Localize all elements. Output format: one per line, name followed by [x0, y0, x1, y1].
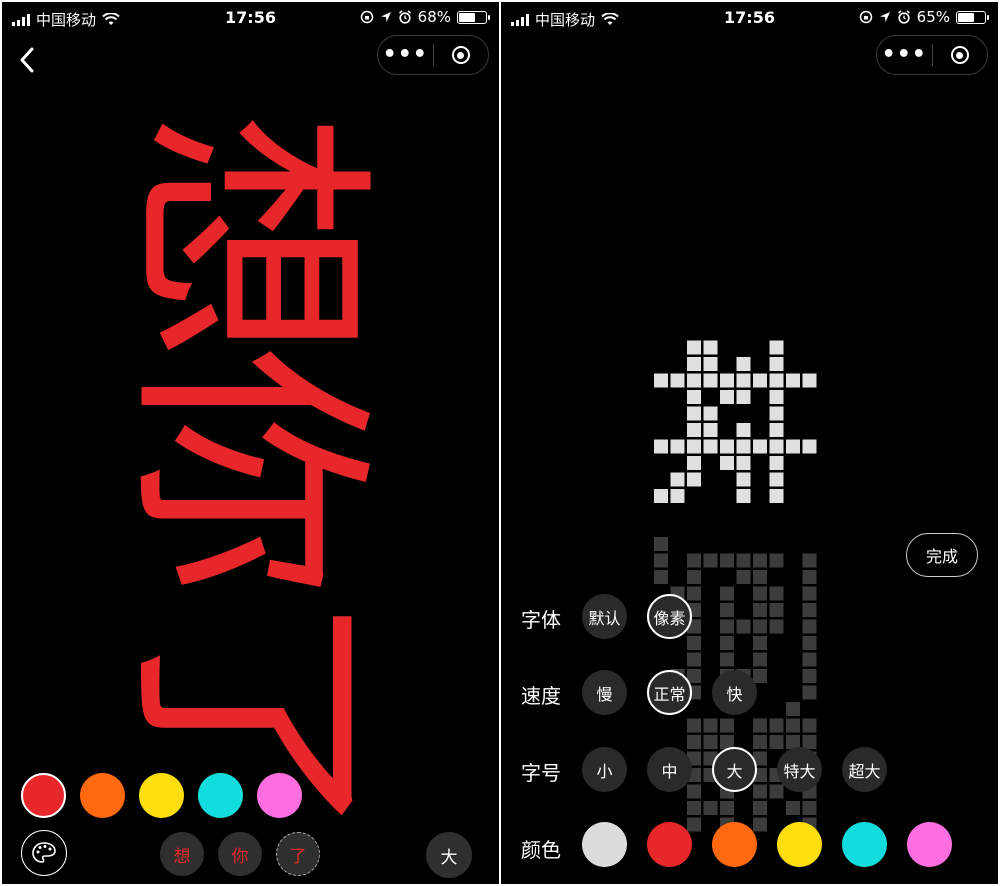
speed-option-slow[interactable]: 慢: [582, 670, 627, 715]
color-option[interactable]: [712, 822, 757, 867]
speed-setting: 速度 慢 正常 快: [501, 668, 998, 718]
alarm-icon: [398, 10, 411, 24]
font-option-default[interactable]: 默认: [582, 594, 627, 639]
speed-option-normal[interactable]: 正常: [647, 670, 692, 715]
right-screen: 中国移动 17:56 65% ••• 完成 字体 默认 像素 速度 慢 正常 快…: [501, 2, 998, 884]
marquee-char: 你: [102, 347, 393, 597]
color-swatch-cyan[interactable]: [198, 773, 243, 818]
color-swatch-pink[interactable]: [257, 773, 302, 818]
size-setting: 字号 小 中 大 特大 超大: [501, 745, 998, 795]
palette-button[interactable]: [21, 830, 67, 876]
status-bar: 中国移动 17:56 68%: [2, 2, 499, 36]
battery-icon: [457, 10, 490, 24]
miniprogram-capsule: •••: [377, 35, 489, 75]
color-setting: 颜色: [501, 822, 998, 872]
color-swatch-red[interactable]: [21, 773, 66, 818]
size-button[interactable]: 大: [426, 832, 472, 878]
more-icon[interactable]: •••: [378, 44, 433, 66]
size-option-medium[interactable]: 中: [647, 747, 692, 792]
size-option-xlarge[interactable]: 特大: [777, 747, 822, 792]
rotation-lock-icon: [360, 10, 373, 24]
speed-label: 速度: [521, 684, 561, 708]
char-chip[interactable]: 你: [218, 832, 262, 876]
color-option[interactable]: [842, 822, 887, 867]
done-button[interactable]: 完成: [906, 533, 978, 577]
marquee-text: 想 你 了: [87, 102, 407, 842]
color-option[interactable]: [647, 822, 692, 867]
char-chip-list: 想 你 了: [160, 832, 320, 876]
size-option-large[interactable]: 大: [712, 747, 757, 792]
bottom-toolbar: 想 你 了 大: [2, 830, 499, 880]
color-swatches: [21, 773, 302, 818]
font-label: 字体: [521, 608, 561, 632]
location-icon: [380, 12, 391, 22]
speed-option-fast[interactable]: 快: [712, 670, 757, 715]
color-option[interactable]: [777, 822, 822, 867]
color-option[interactable]: [582, 822, 627, 867]
color-swatch-yellow[interactable]: [139, 773, 184, 818]
target-icon: [451, 46, 470, 64]
color-label: 颜色: [521, 838, 561, 862]
palette-icon: [32, 842, 56, 863]
close-miniprogram-button[interactable]: [433, 46, 488, 64]
marquee-char: 想: [102, 112, 393, 362]
font-setting: 字体 默认 像素: [501, 592, 998, 642]
char-chip[interactable]: 想: [160, 832, 204, 876]
left-screen: 中国移动 17:56 68% ••• 想 你 了 想 你 了 大: [2, 2, 499, 884]
color-swatch-orange[interactable]: [80, 773, 125, 818]
size-option-xxlarge[interactable]: 超大: [842, 747, 887, 792]
size-option-small[interactable]: 小: [582, 747, 627, 792]
size-label: 字号: [521, 761, 561, 785]
back-arrow-icon[interactable]: [12, 42, 42, 78]
char-chip[interactable]: 了: [276, 832, 320, 876]
battery-percent: 68%: [417, 8, 451, 26]
color-option[interactable]: [907, 822, 952, 867]
font-option-pixel[interactable]: 像素: [647, 594, 692, 639]
